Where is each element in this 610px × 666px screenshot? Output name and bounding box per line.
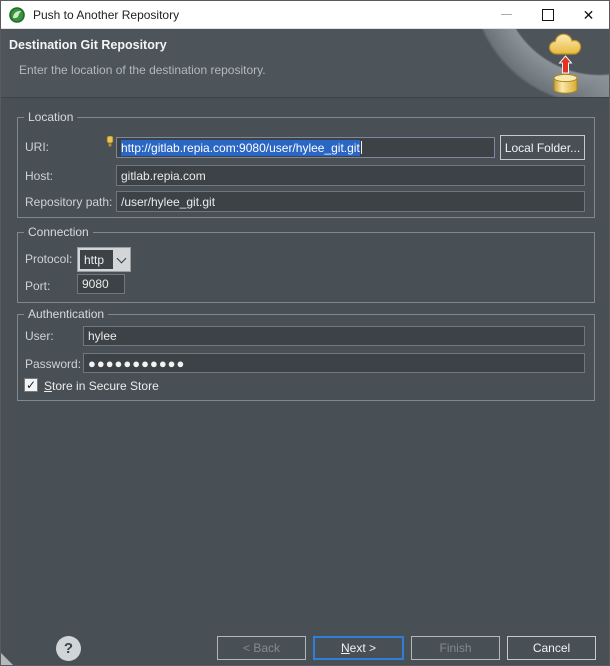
uri-input[interactable]: http://gitlab.repia.com:9080/user/hylee_…: [116, 137, 495, 158]
push-to-upstream-icon: [547, 33, 593, 95]
chevron-down-icon: [117, 253, 127, 263]
check-icon: ✓: [26, 379, 36, 391]
titlebar: Push to Another Repository ✕: [1, 1, 609, 29]
text-caret: [361, 141, 362, 154]
repository-path-label: Repository path:: [25, 195, 112, 209]
maximize-button[interactable]: [527, 1, 568, 28]
minimize-icon: [501, 14, 512, 16]
window-title: Push to Another Repository: [33, 8, 179, 22]
port-label: Port:: [25, 279, 50, 293]
protocol-label: Protocol:: [25, 252, 72, 266]
local-folder-button[interactable]: Local Folder...: [500, 135, 585, 160]
back-button: < Back: [217, 636, 306, 660]
page-title: Destination Git Repository: [9, 38, 167, 52]
store-secure-checkbox[interactable]: ✓: [24, 378, 38, 392]
cloud-icon: [550, 34, 581, 54]
eclipse-green-leaf-icon: [9, 7, 25, 23]
protocol-select[interactable]: http: [77, 247, 131, 272]
wizard-header: Destination Git Repository Enter the loc…: [1, 29, 609, 98]
connection-legend: Connection: [24, 225, 93, 239]
location-legend: Location: [24, 110, 77, 124]
host-label: Host:: [25, 169, 53, 183]
help-button[interactable]: ?: [56, 636, 81, 661]
user-input[interactable]: hylee: [83, 326, 585, 346]
password-input[interactable]: ●●●●●●●●●●●: [83, 353, 585, 373]
minimize-button[interactable]: [486, 1, 527, 28]
help-icon: ?: [64, 640, 73, 657]
page-subtitle: Enter the location of the destination re…: [19, 63, 266, 77]
password-label: Password:: [25, 357, 81, 371]
repository-path-input[interactable]: /user/hylee_git.git: [116, 191, 585, 212]
store-secure-label[interactable]: Store in Secure Store: [44, 379, 159, 393]
push-repository-dialog: Push to Another Repository ✕ Destination…: [0, 0, 610, 666]
maximize-icon: [542, 9, 554, 21]
window-resize-grip[interactable]: [1, 653, 13, 665]
user-label: User:: [25, 329, 54, 343]
cancel-button[interactable]: Cancel: [507, 636, 596, 660]
port-input[interactable]: 9080: [77, 274, 125, 294]
uri-selected-text: http://gitlab.repia.com:9080/user/hylee_…: [121, 140, 360, 156]
host-input[interactable]: gitlab.repia.com: [116, 165, 585, 186]
close-button[interactable]: ✕: [568, 1, 609, 28]
combo-arrow-button[interactable]: [113, 248, 130, 271]
password-masked-value: ●●●●●●●●●●●: [88, 356, 185, 371]
wizard-buttons: < Back Next > Finish Cancel: [217, 636, 596, 660]
protocol-selected-value: http: [80, 250, 113, 269]
authentication-legend: Authentication: [24, 307, 108, 321]
content-assist-icon: [106, 136, 114, 147]
uri-label: URI:: [25, 140, 49, 154]
up-arrow-icon: [560, 56, 572, 73]
finish-button: Finish: [411, 636, 500, 660]
next-button[interactable]: Next >: [313, 636, 404, 660]
close-icon: ✕: [583, 8, 595, 22]
window-controls: ✕: [486, 1, 609, 28]
